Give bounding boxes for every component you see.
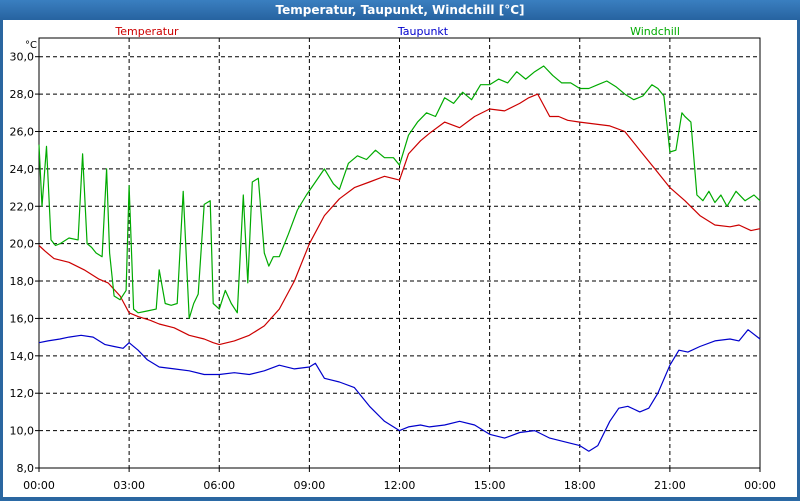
x-tick-label-time: 21:00: [654, 479, 686, 492]
x-tick-label-time: 00:00: [744, 479, 776, 492]
y-tick-label: 30,0: [10, 51, 35, 64]
y-tick-label: 22,0: [10, 200, 35, 213]
x-tick-label-time: 18:00: [564, 479, 596, 492]
y-tick-label: 16,0: [10, 312, 35, 325]
x-tick-label-time: 09:00: [294, 479, 326, 492]
x-tick-label-time: 06:00: [203, 479, 235, 492]
chart-window: Temperatur, Taupunkt, Windchill [°C] 8,0…: [0, 0, 800, 501]
y-tick-label: 24,0: [10, 163, 35, 176]
y-tick-label: 20,0: [10, 238, 35, 251]
x-tick-label-time: 15:00: [474, 479, 506, 492]
y-tick-label: 28,0: [10, 88, 35, 101]
x-tick-label-time: 12:00: [384, 479, 416, 492]
y-tick-label: 8,0: [17, 462, 35, 475]
y-tick-label: 12,0: [10, 387, 35, 400]
chart-panel: 8,0 10,0 12,0 14,0 16,0 18,0 20,0 22,0 24,0 26,0 2…: [3, 20, 797, 501]
legend-label-temperatur: Temperatur: [114, 25, 179, 38]
x-tick-label-time: 03:00: [113, 479, 145, 492]
legend-label-windchill: Windchill: [630, 25, 680, 38]
window-title: Temperatur, Taupunkt, Windchill [°C]: [0, 0, 800, 20]
line-chart: 8,0 10,0 12,0 14,0 16,0 18,0 20,0 22,0 24,0 26,0 2…: [10, 25, 785, 501]
y-tick-label: 14,0: [10, 350, 35, 363]
y-tick-label: 10,0: [10, 425, 35, 438]
legend-label-taupunkt: Taupunkt: [397, 25, 449, 38]
y-tick-label: 26,0: [10, 125, 35, 138]
x-tick-label-time: 00:00: [23, 479, 55, 492]
y-tick-label: 18,0: [10, 275, 35, 288]
y-axis-label: °C: [25, 40, 37, 51]
